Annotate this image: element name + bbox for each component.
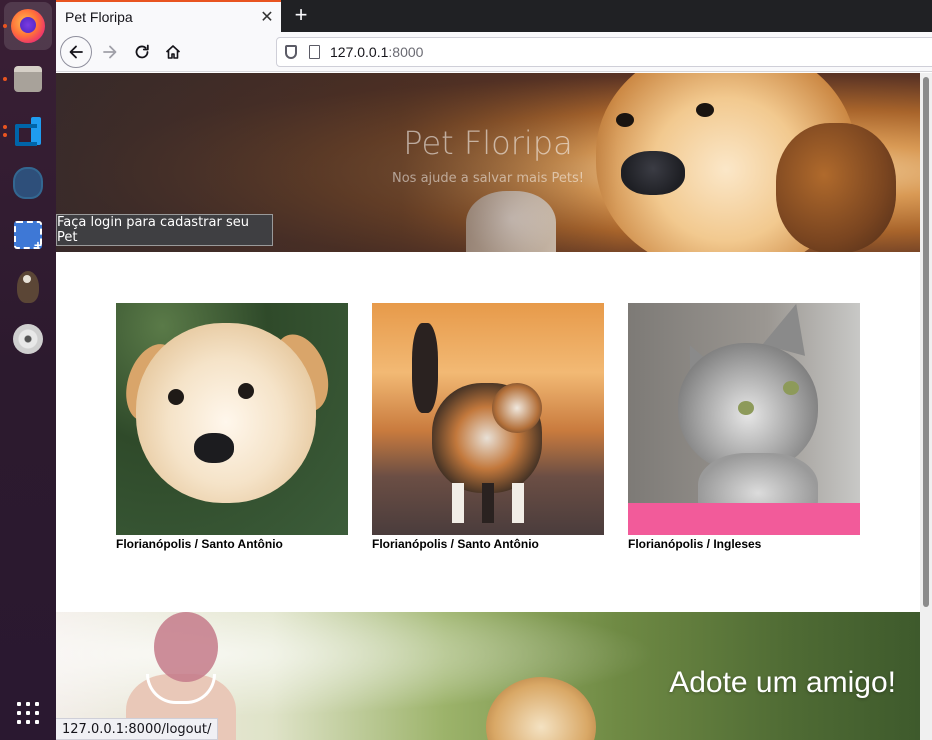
cat-tail xyxy=(412,323,438,413)
show-applications-button[interactable] xyxy=(4,689,52,737)
running-indicator xyxy=(3,133,7,137)
dock-screenshot[interactable] xyxy=(4,211,52,259)
adopt-title: Adote um amigo! xyxy=(669,666,896,699)
kitten-eye xyxy=(783,381,799,395)
pet-photo-dog[interactable] xyxy=(116,303,348,535)
dog-eye xyxy=(238,383,254,399)
pet-card[interactable]: Florianópolis / Santo Antônio xyxy=(116,303,348,551)
kitten-eye xyxy=(738,401,754,415)
hero-subtitle: Nos ajude a salvar mais Pets! xyxy=(392,171,584,186)
dock-disc[interactable] xyxy=(4,315,52,363)
firefox-icon xyxy=(11,9,45,43)
pet-location: Florianópolis / Santo Antônio xyxy=(116,537,283,551)
pet-card[interactable]: Florianópolis / Santo Antônio xyxy=(372,303,604,551)
dock-files[interactable] xyxy=(4,55,52,103)
page-scrollbar[interactable] xyxy=(920,73,932,740)
home-icon xyxy=(165,45,181,59)
reload-button[interactable] xyxy=(126,36,158,68)
girl-head xyxy=(154,612,218,682)
running-indicator xyxy=(3,125,7,129)
pet-card[interactable]: Florianópolis / Ingleses xyxy=(628,303,860,551)
pet-photo-cat[interactable] xyxy=(372,303,604,535)
cat-legs xyxy=(452,483,532,523)
new-tab-button[interactable]: + xyxy=(289,4,313,28)
dog-eye xyxy=(168,389,184,405)
files-icon xyxy=(14,66,42,92)
postgres-elephant-icon xyxy=(13,167,43,199)
gimp-icon xyxy=(17,271,39,303)
pink-blanket xyxy=(628,503,860,535)
page-icon xyxy=(309,45,320,59)
tab-pet-floripa[interactable]: Pet Floripa ✕ xyxy=(56,0,281,32)
page-viewport: Pet Floripa Nos ajude a salvar mais Pets… xyxy=(56,73,920,740)
forward-button[interactable] xyxy=(94,36,126,68)
dog-head xyxy=(136,323,316,503)
scrollbar-thumb[interactable] xyxy=(923,77,929,607)
dock-vscode[interactable] xyxy=(4,107,52,155)
vscode-icon xyxy=(13,116,43,146)
screenshot-icon xyxy=(14,221,42,253)
cat-head xyxy=(492,383,542,433)
back-button[interactable] xyxy=(60,36,92,68)
close-tab-icon[interactable]: ✕ xyxy=(253,7,281,27)
dog-nose xyxy=(194,433,234,463)
navigation-toolbar: 127.0.0.1 :8000 xyxy=(56,32,932,72)
arrow-left-icon xyxy=(69,45,83,59)
link-status-bar: 127.0.0.1:8000/logout/ xyxy=(56,718,219,740)
arrow-right-icon xyxy=(103,45,117,59)
pet-location: Florianópolis / Santo Antônio xyxy=(372,537,539,551)
tab-bar: Pet Floripa ✕ + xyxy=(56,0,932,32)
firefox-window: Pet Floripa ✕ + 127.0.0.1:8000 Pet Flor… xyxy=(56,0,932,740)
dock-firefox[interactable] xyxy=(4,2,52,50)
url-bar[interactable]: 127.0.0.1 :8000 xyxy=(276,37,932,67)
pet-location: Florianópolis / Ingleses xyxy=(628,537,762,551)
pet-gallery: Florianópolis / Santo Antônio Florianópo… xyxy=(116,303,876,563)
shield-icon[interactable] xyxy=(285,45,297,59)
url-host: 127.0.0.1 xyxy=(330,44,389,60)
hero-banner: Pet Floripa Nos ajude a salvar mais Pets… xyxy=(56,73,920,252)
ubuntu-dock xyxy=(0,0,56,740)
disc-icon xyxy=(13,324,43,354)
login-button[interactable]: Faça login para cadastrar seu Pet xyxy=(56,214,273,246)
running-indicator xyxy=(3,24,7,28)
dock-gimp[interactable] xyxy=(4,263,52,311)
home-button[interactable] xyxy=(157,36,189,68)
running-indicator xyxy=(3,77,7,81)
dock-pgadmin[interactable] xyxy=(4,159,52,207)
url-port: :8000 xyxy=(388,44,424,60)
hero-title: Pet Floripa xyxy=(403,124,573,162)
app-grid-icon xyxy=(17,702,39,724)
reload-icon xyxy=(135,44,149,59)
tab-title: Pet Floripa xyxy=(65,9,133,25)
pet-photo-kitten[interactable] xyxy=(628,303,860,535)
